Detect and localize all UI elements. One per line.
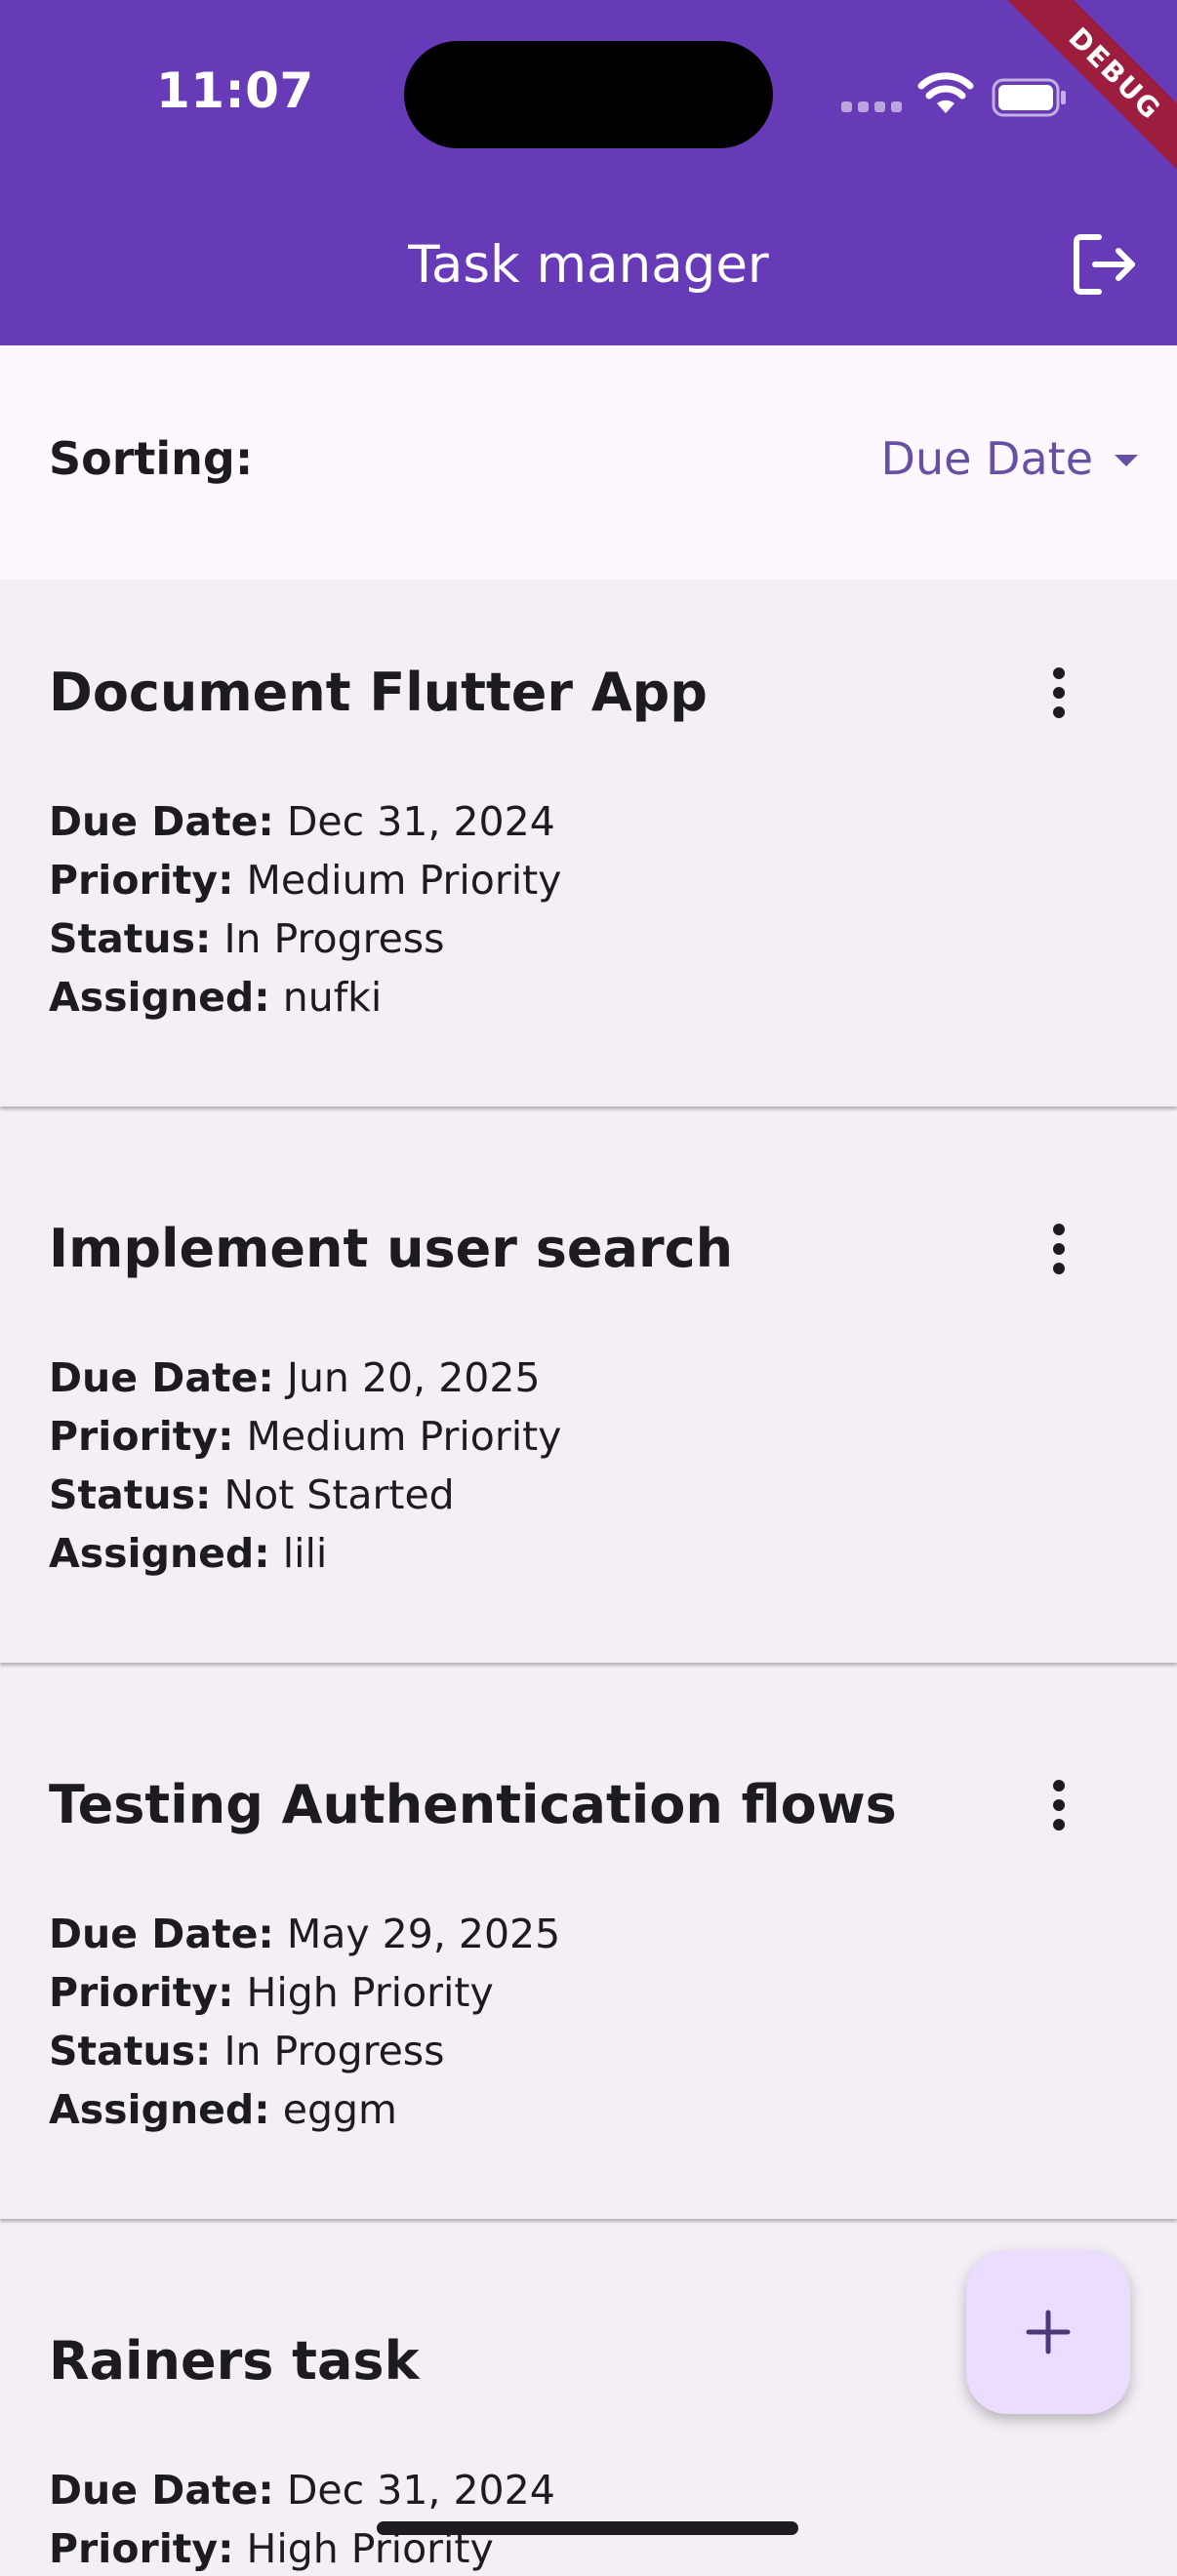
task-priority: Priority: Medium Priority <box>49 1409 561 1464</box>
status-label: Status: <box>49 915 212 962</box>
task-status: Status: Not Started <box>49 1468 455 1522</box>
due-date-value: Jun 20, 2025 <box>286 1354 541 1401</box>
task-title: Implement user search <box>49 1218 734 1279</box>
status-value: In Progress <box>223 2028 445 2074</box>
priority-value: Medium Priority <box>246 857 562 904</box>
priority-label: Priority: <box>49 1413 234 1460</box>
assigned-label: Assigned: <box>49 974 270 1021</box>
task-title: Rainers task <box>49 2330 420 2392</box>
due-date-label: Due Date: <box>49 1354 274 1401</box>
debug-banner-label: DEBUG <box>994 0 1177 195</box>
more-options-icon[interactable] <box>1035 664 1083 722</box>
page-title: Task manager <box>408 235 769 295</box>
assigned-value: nufki <box>282 974 383 1021</box>
task-status: Status: In Progress <box>49 2024 445 2078</box>
assigned-label: Assigned: <box>49 2086 270 2133</box>
task-card[interactable]: Testing Authentication flows Due Date: M… <box>0 1692 1177 2219</box>
sort-dropdown[interactable]: Due Date <box>881 425 1138 492</box>
task-priority: Priority: Medium Priority <box>49 853 561 907</box>
task-assigned: Assigned: lili <box>49 1526 327 1581</box>
task-title: Testing Authentication flows <box>49 1774 897 1835</box>
due-date-value: Dec 31, 2024 <box>286 798 555 845</box>
due-date-label: Due Date: <box>49 798 274 845</box>
priority-value: High Priority <box>246 1969 494 2016</box>
cellular-signal-icon <box>841 101 902 112</box>
add-task-button[interactable] <box>966 2250 1130 2414</box>
task-due-date: Due Date: Dec 31, 2024 <box>49 2463 555 2517</box>
task-assigned: Assigned: eggm <box>49 2082 397 2137</box>
status-label: Status: <box>49 2028 212 2074</box>
task-priority: Priority: High Priority <box>49 1965 494 2020</box>
task-due-date: Due Date: Dec 31, 2024 <box>49 794 555 849</box>
dynamic-island <box>404 41 773 148</box>
more-options-icon[interactable] <box>1035 1776 1083 1834</box>
task-assigned: Assigned: nufki <box>49 970 382 1025</box>
status-value: In Progress <box>223 915 445 962</box>
add-icon <box>1026 2310 1071 2355</box>
priority-label: Priority: <box>49 857 234 904</box>
debug-banner: DEBUG <box>982 0 1177 195</box>
task-card[interactable]: Document Flutter App Due Date: Dec 31, 2… <box>0 580 1177 1107</box>
assigned-value: lili <box>282 1530 328 1577</box>
home-indicator[interactable] <box>377 2521 798 2535</box>
priority-label: Priority: <box>49 1969 234 2016</box>
sorting-bar: Sorting: Due Date <box>0 345 1177 580</box>
priority-label: Priority: <box>49 2525 234 2572</box>
assigned-value: eggm <box>282 2086 397 2133</box>
priority-value: Medium Priority <box>246 1413 562 1460</box>
task-title: Document Flutter App <box>49 662 708 723</box>
more-options-icon[interactable] <box>1035 1220 1083 1278</box>
assigned-label: Assigned: <box>49 1530 270 1577</box>
sorting-label: Sorting: <box>49 432 254 485</box>
status-label: Status: <box>49 1471 212 1518</box>
status-value: Not Started <box>223 1471 455 1518</box>
task-status: Status: In Progress <box>49 911 445 966</box>
wifi-icon <box>917 72 974 113</box>
task-due-date: Due Date: Jun 20, 2025 <box>49 1350 541 1405</box>
task-due-date: Due Date: May 29, 2025 <box>49 1907 560 1961</box>
due-date-label: Due Date: <box>49 2467 274 2514</box>
due-date-value: May 29, 2025 <box>286 1911 561 1957</box>
dropdown-arrow-icon <box>1115 455 1138 466</box>
due-date-label: Due Date: <box>49 1911 274 1957</box>
app-bar: 11:07 DEBUG Task manager <box>0 0 1177 345</box>
due-date-value: Dec 31, 2024 <box>286 2467 555 2514</box>
sort-selected-value: Due Date <box>880 432 1093 485</box>
task-card[interactable]: Implement user search Due Date: Jun 20, … <box>0 1136 1177 1663</box>
status-bar-time: 11:07 <box>156 62 314 119</box>
logout-icon[interactable] <box>1072 232 1140 297</box>
